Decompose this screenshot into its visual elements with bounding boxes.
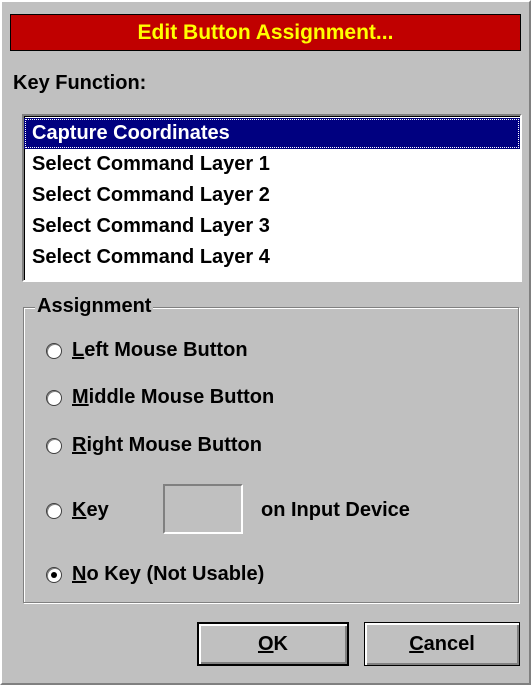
mnemonic-letter: M [72,386,89,408]
input-device-label: on Input Device [261,499,410,521]
key-function-label: Key Function: [13,72,147,94]
radio-left-mouse-label: Left Mouse Button [72,339,248,362]
radio-no-key-label: No Key (Not Usable) [72,563,264,586]
list-item[interactable]: Select Command Layer 1 [24,149,520,180]
label-text: o Key (Not Usable) [86,563,265,585]
radio-left-mouse-button[interactable]: Left Mouse Button [46,339,248,362]
key-function-listbox[interactable]: Capture Coordinates Select Command Layer… [22,114,522,282]
label-text: ight Mouse Button [86,434,262,456]
mnemonic-letter: O [257,632,274,655]
mnemonic-letter: K [72,499,87,521]
cancel-button[interactable]: Cancel [364,622,520,666]
label-text: eft Mouse Button [84,339,248,361]
mnemonic-letter: L [72,339,85,361]
label-text: iddle Mouse Button [88,386,275,408]
key-input[interactable] [163,484,243,534]
radio-key[interactable]: Key [46,499,109,522]
dialog-title: Edit Button Assignment... [137,20,394,44]
edit-button-assignment-dialog: Edit Button Assignment... Key Function: … [0,0,531,685]
list-item[interactable]: Select Command Layer 4 [24,242,520,273]
assignment-legend: Assignment [35,293,154,319]
ok-button[interactable]: OK [197,622,349,666]
label-text: ey [86,499,109,521]
dialog-title-bar[interactable]: Edit Button Assignment... [10,14,521,51]
assignment-groupbox: Assignment Left Mouse Button Middle Mous… [23,293,519,603]
radio-right-mouse-label: Right Mouse Button [72,434,262,457]
list-item[interactable]: Capture Coordinates [24,118,520,149]
radio-circle-icon[interactable] [46,389,62,406]
button-label: ancel [423,632,475,655]
radio-circle-icon[interactable] [46,566,62,583]
mnemonic-letter: N [72,563,87,585]
radio-circle-icon[interactable] [46,502,62,519]
radio-middle-mouse-button[interactable]: Middle Mouse Button [46,386,274,409]
radio-right-mouse-button[interactable]: Right Mouse Button [46,434,262,457]
mnemonic-letter: R [72,434,87,456]
mnemonic-letter: C [409,632,424,655]
radio-circle-icon[interactable] [46,437,62,454]
radio-key-label: Key [72,499,109,522]
button-label: K [273,632,288,655]
radio-middle-mouse-label: Middle Mouse Button [72,386,274,409]
radio-circle-icon[interactable] [46,342,62,359]
list-item[interactable]: Select Command Layer 2 [24,180,520,211]
list-item[interactable]: Select Command Layer 3 [24,211,520,242]
radio-no-key[interactable]: No Key (Not Usable) [46,563,264,586]
